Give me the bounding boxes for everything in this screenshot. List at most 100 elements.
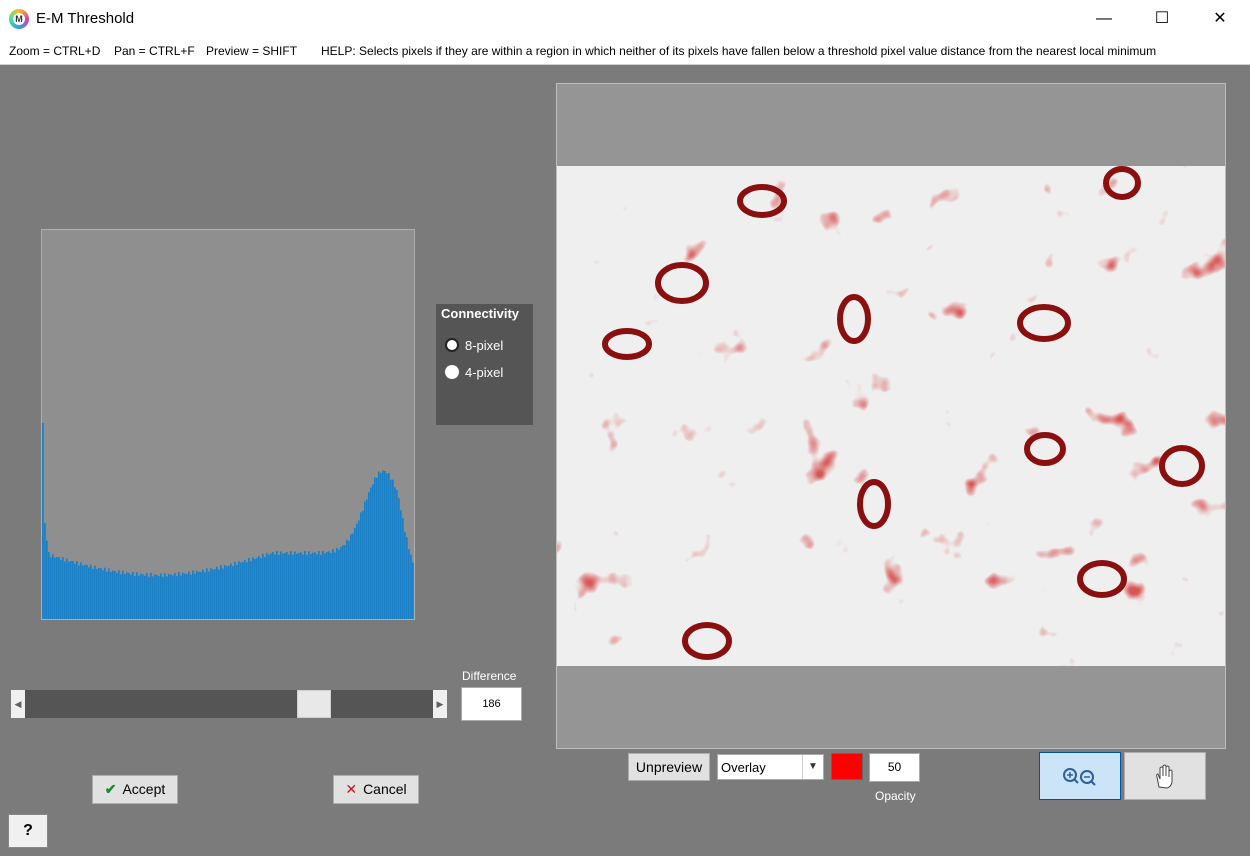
histogram-bar <box>42 423 44 619</box>
accept-button[interactable]: ✔ Accept <box>92 775 178 804</box>
histogram-bar <box>366 499 368 619</box>
histogram-bar <box>108 568 110 619</box>
slider-left-arrow-icon[interactable]: ◀ <box>11 690 25 718</box>
histogram-bar <box>204 572 206 619</box>
slider-right-arrow-icon[interactable]: ▶ <box>433 690 447 718</box>
preview-panel[interactable] <box>556 83 1226 749</box>
histogram-bar <box>68 561 70 619</box>
histogram-bar <box>382 470 384 619</box>
histogram-bar <box>152 576 154 619</box>
zoom-shortcut-text: Zoom = CTRL+D <box>9 44 101 58</box>
cancel-button[interactable]: ✕ Cancel <box>333 775 419 804</box>
histogram-bar <box>236 565 238 619</box>
histogram-bar <box>322 550 324 619</box>
difference-input[interactable]: 186 <box>461 687 522 721</box>
histogram-bar <box>266 553 268 619</box>
checkmark-icon: ✔ <box>104 781 117 797</box>
histogram-bar <box>356 523 358 619</box>
radio-selected-icon[interactable] <box>445 338 459 352</box>
histogram-bar <box>76 561 78 619</box>
histogram-panel <box>41 229 415 620</box>
chevron-down-icon[interactable]: ▼ <box>802 755 823 779</box>
histogram-bar <box>232 566 234 619</box>
histogram-bar <box>384 471 386 619</box>
histogram-bar <box>136 572 138 619</box>
histogram-bar <box>348 540 350 619</box>
histogram-bar <box>132 572 134 619</box>
histogram-bar <box>288 554 290 619</box>
histogram-bar <box>250 561 252 619</box>
overlay-mode-select[interactable]: Overlay ▼ <box>717 754 824 780</box>
histogram-bar <box>164 572 166 619</box>
histogram-bar <box>158 575 160 619</box>
hand-icon <box>1156 764 1173 789</box>
histogram-bar <box>196 570 198 619</box>
minimize-button[interactable]: — <box>1075 0 1133 38</box>
histogram-bar <box>300 552 302 619</box>
histogram-bar <box>400 510 402 619</box>
histogram-bar <box>210 568 212 619</box>
histogram-bar <box>264 557 266 619</box>
histogram-bar <box>112 570 114 619</box>
histogram-bar <box>128 573 130 619</box>
histogram-bar <box>336 547 338 619</box>
histogram-bar <box>202 569 204 619</box>
histogram-bar <box>166 576 168 619</box>
radio-unselected-icon[interactable] <box>445 365 459 379</box>
histogram-bar <box>332 549 334 619</box>
histogram-bar <box>100 568 102 619</box>
histogram-bar <box>148 576 150 619</box>
slider-thumb[interactable] <box>297 690 331 718</box>
histogram-bar <box>346 539 348 619</box>
histogram-bar <box>78 565 80 619</box>
histogram-bar <box>64 561 66 619</box>
zoom-tool-button[interactable] <box>1039 752 1121 800</box>
histogram-bar <box>102 570 104 619</box>
histogram-bar <box>386 473 388 619</box>
histogram-bar <box>116 572 118 619</box>
histogram-bar <box>104 567 106 619</box>
shortcut-bar: Zoom = CTRL+D Pan = CTRL+F Preview = SHI… <box>0 38 1250 65</box>
histogram-bar <box>60 559 62 619</box>
close-button[interactable]: ✕ <box>1191 0 1249 38</box>
histogram-bar <box>364 501 366 619</box>
histogram-bar <box>98 567 100 619</box>
histogram-bar <box>292 554 294 619</box>
pan-shortcut-text: Pan = CTRL+F <box>114 44 195 58</box>
pan-tool-button[interactable] <box>1124 752 1206 800</box>
radio-4-pixel[interactable]: 4-pixel <box>445 364 535 382</box>
radio-8-pixel[interactable]: 8-pixel <box>445 337 535 355</box>
maximize-button[interactable]: ☐ <box>1133 0 1191 38</box>
histogram-bar <box>374 477 376 619</box>
histogram-bar <box>328 551 330 619</box>
histogram-bar <box>306 554 308 619</box>
opacity-label: Opacity <box>875 789 916 803</box>
histogram-bar <box>216 566 218 619</box>
histogram-bar <box>44 523 46 619</box>
histogram-bar <box>394 487 396 619</box>
preview-image[interactable] <box>557 84 1225 748</box>
overlay-color-swatch[interactable] <box>831 753 863 780</box>
opacity-input[interactable]: 50 <box>869 753 920 782</box>
difference-slider[interactable]: ◀ ▶ <box>11 690 447 718</box>
histogram-bar <box>270 553 272 619</box>
histogram-bar <box>354 527 356 619</box>
histogram-chart <box>42 423 414 619</box>
histogram-bar <box>226 566 228 619</box>
histogram-bar <box>224 565 226 619</box>
histogram-bar <box>312 552 314 619</box>
histogram-bar <box>320 554 322 619</box>
histogram-bar <box>402 518 404 619</box>
histogram-bar <box>182 572 184 619</box>
histogram-bar <box>184 573 186 619</box>
help-button[interactable]: ? <box>8 814 48 848</box>
histogram-bar <box>230 563 232 619</box>
histogram-bar <box>238 561 240 619</box>
histogram-bar <box>412 562 414 619</box>
histogram-bar <box>380 473 382 619</box>
histogram-bar <box>342 545 344 619</box>
histogram-bar <box>120 574 122 619</box>
histogram-bar <box>344 545 346 619</box>
histogram-bar <box>48 552 50 619</box>
unpreview-button[interactable]: Unpreview <box>628 753 710 781</box>
